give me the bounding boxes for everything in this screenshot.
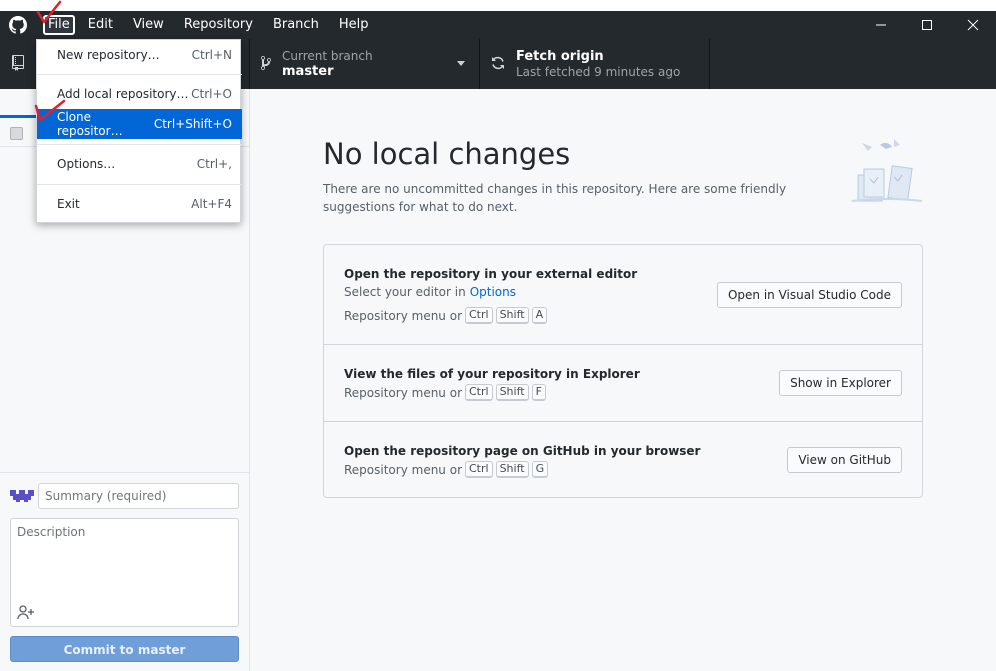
key-shift: Shift	[495, 461, 529, 478]
commit-button-prefix: Commit to	[63, 643, 138, 657]
screen-top-border	[0, 0, 996, 11]
menu-separator	[37, 184, 242, 185]
suggestion-open-editor: Open the repository in your external edi…	[324, 245, 922, 345]
commit-area: Description Commit to master	[0, 472, 249, 671]
branch-icon	[260, 55, 272, 74]
shortcut-hint: Repository menu or Ctrl Shift A	[344, 307, 548, 324]
fetch-label: Fetch origin	[516, 48, 604, 64]
close-icon[interactable]	[950, 11, 996, 39]
shortcut-prefix: Repository menu or	[344, 385, 462, 400]
branch-label: Current branch	[282, 48, 373, 63]
menu-item-label: New repository…	[57, 48, 160, 62]
description-placeholder: Description	[17, 525, 86, 539]
github-logo-icon	[0, 11, 36, 39]
commit-button[interactable]: Commit to master	[10, 636, 239, 662]
shortcut-prefix: Repository menu or	[344, 308, 462, 323]
menu-item-shortcut: Alt+F4	[191, 197, 232, 211]
commit-button-branch: master	[137, 643, 186, 657]
branch-value: master	[282, 63, 334, 79]
key-ctrl: Ctrl	[465, 461, 493, 478]
file-menu-dropdown: New repository… Ctrl+N Add local reposit…	[36, 39, 242, 223]
show-in-explorer-button[interactable]: Show in Explorer	[779, 370, 902, 396]
sync-icon	[490, 55, 506, 74]
select-all-checkbox[interactable]	[10, 127, 23, 140]
avatar	[10, 488, 34, 504]
minimize-icon[interactable]	[858, 11, 904, 39]
menu-item-label: Options…	[57, 157, 116, 171]
chevron-down-icon	[457, 61, 465, 66]
shortcut-hint: Repository menu or Ctrl Shift G	[344, 461, 549, 478]
menu-branch[interactable]: Branch	[263, 11, 329, 39]
main-content: No local changes There are no uncommitte…	[250, 89, 996, 671]
empty-state-illustration	[850, 139, 925, 214]
suggestion-title: Open the repository in your external edi…	[344, 267, 638, 281]
key-ctrl: Ctrl	[465, 384, 493, 401]
page-title: No local changes	[323, 137, 571, 171]
suggestion-title: View the files of your repository in Exp…	[344, 367, 640, 381]
options-link[interactable]: Options	[470, 285, 516, 299]
menu-item-shortcut: Ctrl+N	[191, 48, 232, 62]
menu-help[interactable]: Help	[329, 11, 379, 39]
summary-row	[10, 483, 239, 509]
add-coauthor-icon[interactable]	[17, 604, 35, 620]
menu-item-shortcut: Ctrl+O	[191, 87, 232, 101]
menu-item-new-repository[interactable]: New repository… Ctrl+N	[37, 40, 242, 70]
open-in-editor-button[interactable]: Open in Visual Studio Code	[716, 282, 902, 308]
summary-input[interactable]	[38, 483, 239, 509]
editor-line-text: Select your editor in	[344, 285, 466, 299]
key-g: G	[531, 461, 549, 478]
menu-bar: File Edit View Repository Branch Help	[36, 11, 378, 39]
suggestion-editor-line: Select your editor in Options	[344, 285, 516, 299]
key-shift: Shift	[495, 307, 529, 324]
menu-separator	[37, 144, 242, 145]
fetch-origin-button[interactable]: Fetch origin Last fetched 9 minutes ago	[480, 39, 710, 89]
window-controls	[858, 11, 996, 39]
maximize-icon[interactable]	[904, 11, 950, 39]
key-shift: Shift	[495, 384, 529, 401]
description-field[interactable]: Description	[10, 518, 239, 627]
shortcut-prefix: Repository menu or	[344, 462, 462, 477]
fetch-status: Last fetched 9 minutes ago	[516, 64, 681, 79]
shortcut-hint: Repository menu or Ctrl Shift F	[344, 384, 546, 401]
current-branch-button[interactable]: Current branch master	[250, 39, 480, 89]
menu-item-options[interactable]: Options… Ctrl+,	[37, 149, 242, 179]
menu-item-label: Clone repositor…	[57, 110, 123, 138]
menu-item-label: Exit	[57, 197, 80, 211]
menu-repository[interactable]: Repository	[174, 11, 263, 39]
suggestion-title: Open the repository page on GitHub in yo…	[344, 444, 701, 458]
menu-item-shortcut: Ctrl+,	[196, 157, 232, 171]
key-f: F	[531, 384, 546, 401]
suggestion-show-explorer: View the files of your repository in Exp…	[324, 345, 922, 422]
suggestions-panel: Open the repository in your external edi…	[323, 244, 923, 498]
key-a: A	[531, 307, 548, 324]
annotation-check-icon	[36, 0, 62, 24]
menu-item-exit[interactable]: Exit Alt+F4	[37, 189, 242, 219]
title-bar: File Edit View Repository Branch Help	[0, 11, 996, 39]
menu-edit[interactable]: Edit	[78, 11, 123, 39]
menu-separator	[37, 74, 242, 75]
view-on-github-button[interactable]: View on GitHub	[787, 447, 902, 473]
repository-icon	[11, 54, 25, 74]
menu-item-shortcut: Ctrl+Shift+O	[153, 117, 232, 131]
menu-item-label: Add local repository…	[57, 87, 189, 101]
suggestion-view-github: Open the repository page on GitHub in yo…	[324, 422, 922, 497]
menu-view[interactable]: View	[123, 11, 174, 39]
page-description: There are no uncommitted changes in this…	[323, 182, 787, 214]
key-ctrl: Ctrl	[465, 307, 493, 324]
annotation-check-icon	[34, 99, 66, 122]
